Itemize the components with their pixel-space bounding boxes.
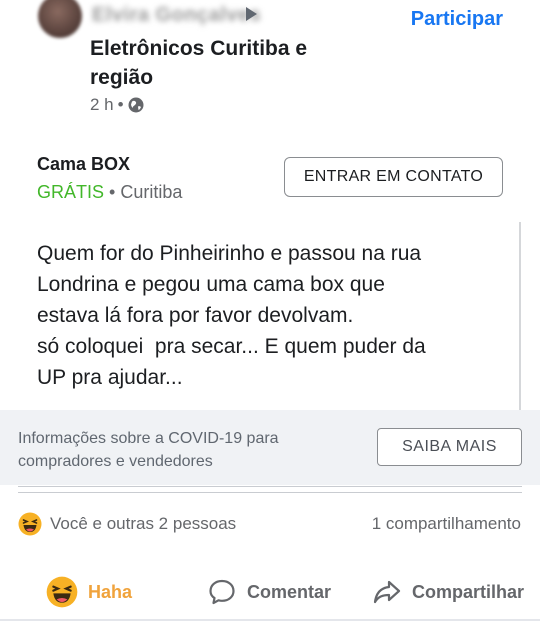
divider [18,492,522,493]
post-body-line: só coloquei pra secar... E quem puder da [37,335,426,358]
comment-label: Comentar [247,581,332,602]
share-label: Compartilhar [412,581,525,602]
share-icon [373,580,401,604]
avatar[interactable] [38,0,82,38]
comment-button[interactable]: Comentar [207,570,331,614]
covid-info-text: Informações sobre a COVID-19 para compra… [18,430,279,470]
arrow-right-icon [246,7,257,21]
share-button[interactable]: Compartilhar [372,570,524,614]
post-body-line: estava lá fora por favor devolvam. [37,304,354,327]
listing-separator: • [109,182,116,202]
comment-icon [209,579,235,605]
listing-price: GRÁTIS [37,182,105,202]
haha-label: Haha [88,581,133,602]
post-header: Elvira Gonçalves Eletrônicos Curitiba e … [0,0,540,130]
haha-emoji-icon [46,576,78,608]
post-body-line: Quem for do Pinheirinho e passou na rua [37,242,422,265]
post-time[interactable]: 2 h [90,95,114,115]
reactions-text: Você e outras 2 pessoas [50,514,237,533]
action-bar: Haha Comentar Compartilhar [0,570,540,614]
scroll-edge [519,222,521,412]
contact-button[interactable]: ENTRAR EM CONTATO [284,157,503,197]
divider [18,486,522,487]
post-meta: 2 h • [90,95,144,115]
haha-emoji-icon [18,512,42,536]
author-name[interactable]: Elvira Gonçalves [92,4,261,27]
listing-subtitle: GRÁTIS • Curitiba [37,182,182,203]
listing-title: Cama BOX [37,154,131,174]
reactions-summary[interactable]: Você e outras 2 pessoas [18,512,236,536]
group-name[interactable]: Eletrônicos Curitiba e região [90,34,350,92]
haha-reaction-button[interactable]: Haha [46,570,132,614]
divider [0,619,540,621]
listing-location: Curitiba [120,182,183,202]
globe-icon [128,97,144,113]
post-body: Quem for do Pinheirinho e passou na rua … [37,238,507,393]
post-body-line: UP pra ajudar... [37,366,183,389]
join-group-link[interactable]: Participar [411,8,503,31]
post-body-line: Londrina e pegou uma cama box que [37,273,385,296]
learn-more-button[interactable]: SAIBA MAIS [377,428,522,466]
meta-separator: • [117,95,124,114]
shares-count[interactable]: 1 compartilhamento [372,514,521,534]
